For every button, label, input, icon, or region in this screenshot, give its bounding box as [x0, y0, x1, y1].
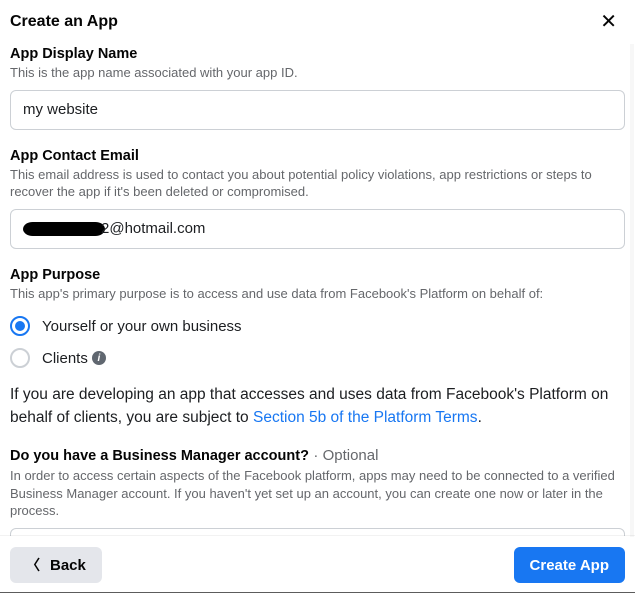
contact-email-label: App Contact Email — [10, 148, 625, 164]
dialog-body: App Display Name This is the app name as… — [0, 38, 635, 536]
redacted-email-prefix — [23, 222, 105, 236]
chevron-left-icon: 〈 — [26, 555, 40, 575]
display-name-label: App Display Name — [10, 46, 625, 62]
create-app-button[interactable]: Create App — [514, 547, 625, 583]
contact-email-input[interactable]: 2@hotmail.com — [10, 209, 625, 249]
back-button[interactable]: 〈 Back — [10, 547, 102, 583]
contact-email-desc: This email address is used to contact yo… — [10, 166, 625, 201]
purpose-desc: This app's primary purpose is to access … — [10, 285, 625, 303]
info-icon[interactable]: i — [92, 351, 106, 365]
display-name-desc: This is the app name associated with you… — [10, 64, 625, 82]
create-label: Create App — [530, 557, 609, 574]
optional-tag: · Optional — [313, 447, 378, 464]
create-app-dialog: Create an App ✕ App Display Name This is… — [0, 0, 635, 593]
platform-terms-link[interactable]: Section 5b of the Platform Terms — [253, 409, 478, 426]
business-desc: In order to access certain aspects of th… — [10, 467, 625, 520]
radio-icon — [10, 316, 30, 336]
purpose-notice: If you are developing an app that access… — [10, 384, 625, 429]
purpose-option-label: Clients — [42, 350, 88, 367]
dialog-title: Create an App — [10, 13, 118, 31]
section-business-manager: Do you have a Business Manager account? … — [10, 447, 625, 536]
section-app-purpose: App Purpose This app's primary purpose i… — [10, 267, 625, 375]
section-contact-email: App Contact Email This email address is … — [10, 148, 625, 249]
purpose-option-clients[interactable]: Clients i — [10, 342, 625, 374]
section-display-name: App Display Name This is the app name as… — [10, 46, 625, 130]
close-icon[interactable]: ✕ — [596, 10, 621, 34]
business-label: Do you have a Business Manager account? — [10, 448, 309, 464]
display-name-input[interactable] — [10, 90, 625, 130]
purpose-option-label: Yourself or your own business — [42, 318, 242, 335]
purpose-option-self[interactable]: Yourself or your own business — [10, 310, 625, 342]
dialog-header: Create an App ✕ — [0, 0, 635, 38]
radio-icon — [10, 348, 30, 368]
business-account-select[interactable]: No Business Manager Account selected ▼ — [10, 528, 625, 536]
back-label: Back — [50, 557, 86, 574]
purpose-label: App Purpose — [10, 267, 625, 283]
contact-email-visible: 2@hotmail.com — [101, 220, 205, 237]
notice-text-post: . — [478, 409, 482, 426]
dialog-footer: 〈 Back Create App — [0, 536, 635, 593]
scrollbar[interactable] — [630, 44, 634, 537]
